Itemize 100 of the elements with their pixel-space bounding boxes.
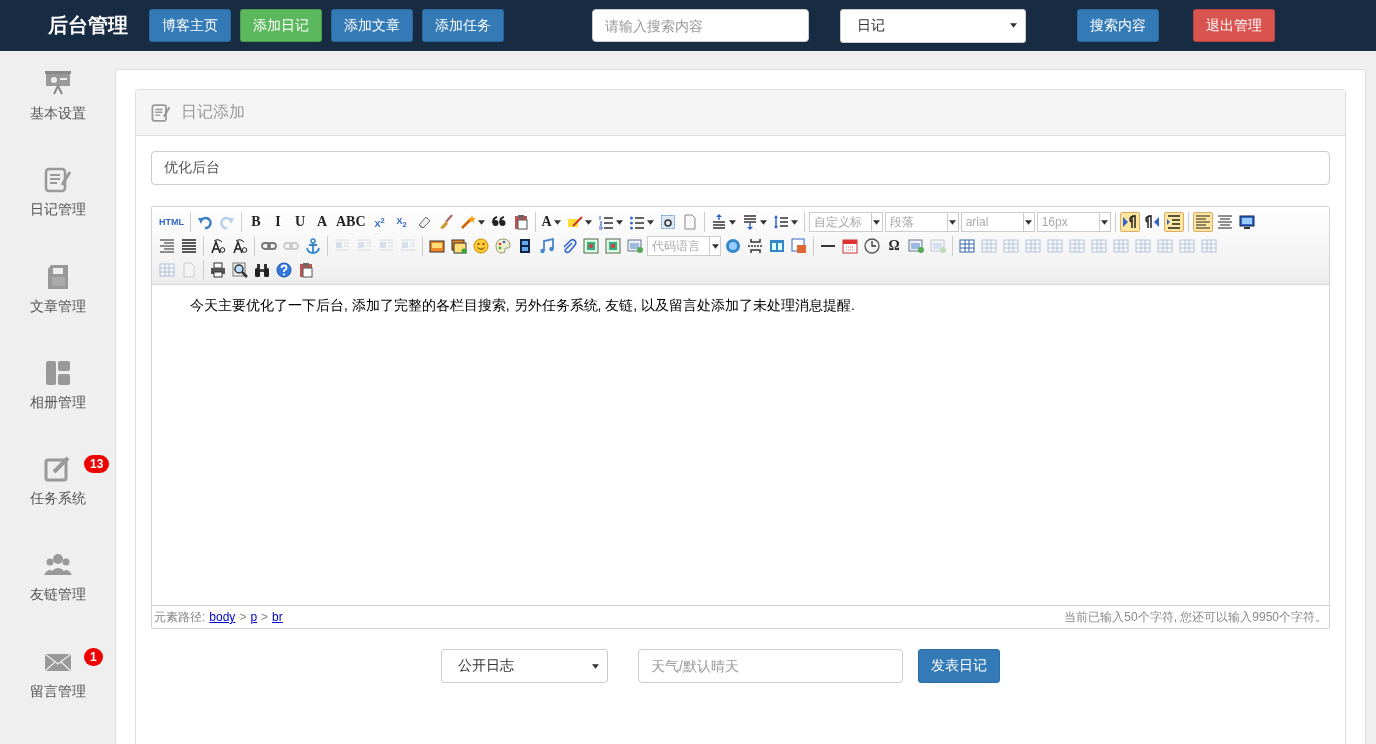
page-break-button[interactable] <box>745 236 765 256</box>
table-icon <box>1135 238 1151 254</box>
image-float-icon <box>356 238 372 254</box>
indent-button[interactable] <box>1163 212 1184 232</box>
weather-field[interactable]: 天气/默认晴天 <box>638 649 903 683</box>
edit-square-icon <box>43 455 72 484</box>
editor-content[interactable]: 今天主要优化了一下后台, 添加了完整的各栏目搜索, 另外任务系统, 友链, 以及留言处添加了未处理消息提醒. <box>152 285 1329 605</box>
window-button[interactable] <box>906 236 926 256</box>
text-direction-button[interactable] <box>1119 212 1140 232</box>
redo-icon <box>219 214 235 230</box>
anchor-icon <box>305 238 321 254</box>
bullet-list-icon <box>628 214 645 230</box>
align-center-icon <box>1216 214 1233 230</box>
music-note-button[interactable] <box>537 236 557 256</box>
map-button[interactable] <box>581 236 601 256</box>
sidebar-label: 文章管理 <box>29 297 86 316</box>
magic-wand-icon <box>459 214 476 230</box>
category-select[interactable]: 日记 <box>840 8 1026 43</box>
window-button[interactable] <box>625 236 645 256</box>
table-icon <box>1157 238 1173 254</box>
path-separator: > <box>239 610 247 624</box>
sidebar-item[interactable]: 留言管理 1 <box>0 647 115 744</box>
text-direction-icon <box>1143 214 1160 230</box>
sidebar-label: 友链管理 <box>29 586 86 605</box>
indent-icon <box>1165 214 1182 230</box>
sidebar-item[interactable]: 基本设置 <box>0 70 115 167</box>
format-button[interactable]: ABC <box>334 212 368 232</box>
notepad-pencil-icon <box>151 102 171 123</box>
format-button[interactable]: A <box>539 212 563 232</box>
table-icon <box>1113 238 1129 254</box>
submit-button[interactable]: 发表日记 <box>918 649 1000 683</box>
content-paragraph: 今天主要优化了一下后台, 添加了完整的各栏目搜索, 另外任务系统, 友链, 以及留言处添加了未处理消息提醒. <box>189 296 856 315</box>
clipboard-icon <box>298 262 314 278</box>
panel-title: 日记添加 <box>181 102 245 122</box>
nav-button[interactable]: 博客主页 <box>149 9 231 42</box>
align-right-icon <box>159 238 175 254</box>
anchor-button[interactable] <box>303 236 323 256</box>
justify-button[interactable] <box>179 236 199 256</box>
align-left-button[interactable] <box>1192 212 1213 232</box>
search-button[interactable]: 搜索内容 <box>1077 9 1159 42</box>
format-button[interactable]: I <box>268 212 288 232</box>
nav-button[interactable]: 添加文章 <box>331 9 413 42</box>
visibility-select[interactable]: 公开日志 <box>441 649 608 683</box>
window-icon <box>908 238 924 254</box>
clock-button[interactable] <box>862 236 882 256</box>
format-button[interactable]: A <box>312 212 332 232</box>
template-icon <box>769 238 785 254</box>
brush-icon <box>437 214 454 230</box>
printer-button[interactable] <box>208 260 228 280</box>
magnifier-button[interactable] <box>230 260 250 280</box>
search-field[interactable]: 请输入搜索内容 <box>592 9 809 42</box>
table-icon <box>1201 238 1217 254</box>
calendar-button[interactable] <box>840 236 860 256</box>
map-button[interactable] <box>603 236 623 256</box>
path-link[interactable]: br <box>272 610 283 624</box>
line-height-icon <box>772 214 789 230</box>
table-icon <box>1003 238 1019 254</box>
count-badge: 13 <box>84 455 110 474</box>
format-text-button[interactable] <box>208 236 228 256</box>
film-strip-icon <box>517 238 533 254</box>
smiley-button[interactable] <box>471 236 491 256</box>
format-button[interactable]: Ω <box>884 236 904 256</box>
sidebar-item[interactable]: 任务系统 13 <box>0 455 115 552</box>
monitor-icon <box>1238 214 1255 230</box>
clock-icon <box>864 238 880 254</box>
numbered-list-icon <box>597 214 614 230</box>
sidebar-item[interactable]: 日记管理 <box>0 166 115 263</box>
document-icon <box>181 262 197 278</box>
image-float-icon <box>400 238 416 254</box>
text-direction-icon <box>1121 214 1138 230</box>
select-all-icon <box>659 214 676 230</box>
sidebar-item[interactable]: 相册管理 <box>0 358 115 456</box>
map-icon <box>605 238 621 254</box>
caret-icon <box>1101 219 1109 225</box>
table-button[interactable] <box>957 236 977 256</box>
notepad-pencil-icon <box>43 166 72 195</box>
format-button[interactable]: U <box>290 212 310 232</box>
path-link[interactable]: p <box>250 610 258 624</box>
sidebar-item[interactable]: 文章管理 <box>0 262 115 359</box>
format-button[interactable]: HTML <box>157 212 186 232</box>
path-link[interactable]: body <box>209 610 236 624</box>
image-float-icon <box>378 238 394 254</box>
monitor-button[interactable] <box>1236 212 1257 232</box>
background-button[interactable] <box>789 236 809 256</box>
align-right-button[interactable] <box>157 236 177 256</box>
format-button[interactable]: X$^{2}$ <box>369 212 390 232</box>
app-title: 后台管理 <box>48 13 129 38</box>
format-button[interactable]: B <box>246 212 266 232</box>
nav-button[interactable]: 添加任务 <box>422 9 504 42</box>
word-count: 当前已输入50个字符, 您还可以输入9950个字符。 <box>1064 608 1327 626</box>
format-button[interactable]: X$_{2}$ <box>391 212 412 232</box>
pictures-icon <box>451 238 467 254</box>
logout-button[interactable]: 退出管理 <box>1193 9 1275 42</box>
globe-button[interactable] <box>723 236 743 256</box>
caret-icon <box>1010 23 1017 28</box>
pictures-button[interactable] <box>449 236 469 256</box>
format-text-button[interactable] <box>230 236 250 256</box>
sidebar-item[interactable]: 友链管理 <box>0 551 115 648</box>
help-button[interactable] <box>274 260 294 280</box>
title-field[interactable]: 优化后台 <box>151 151 1330 185</box>
